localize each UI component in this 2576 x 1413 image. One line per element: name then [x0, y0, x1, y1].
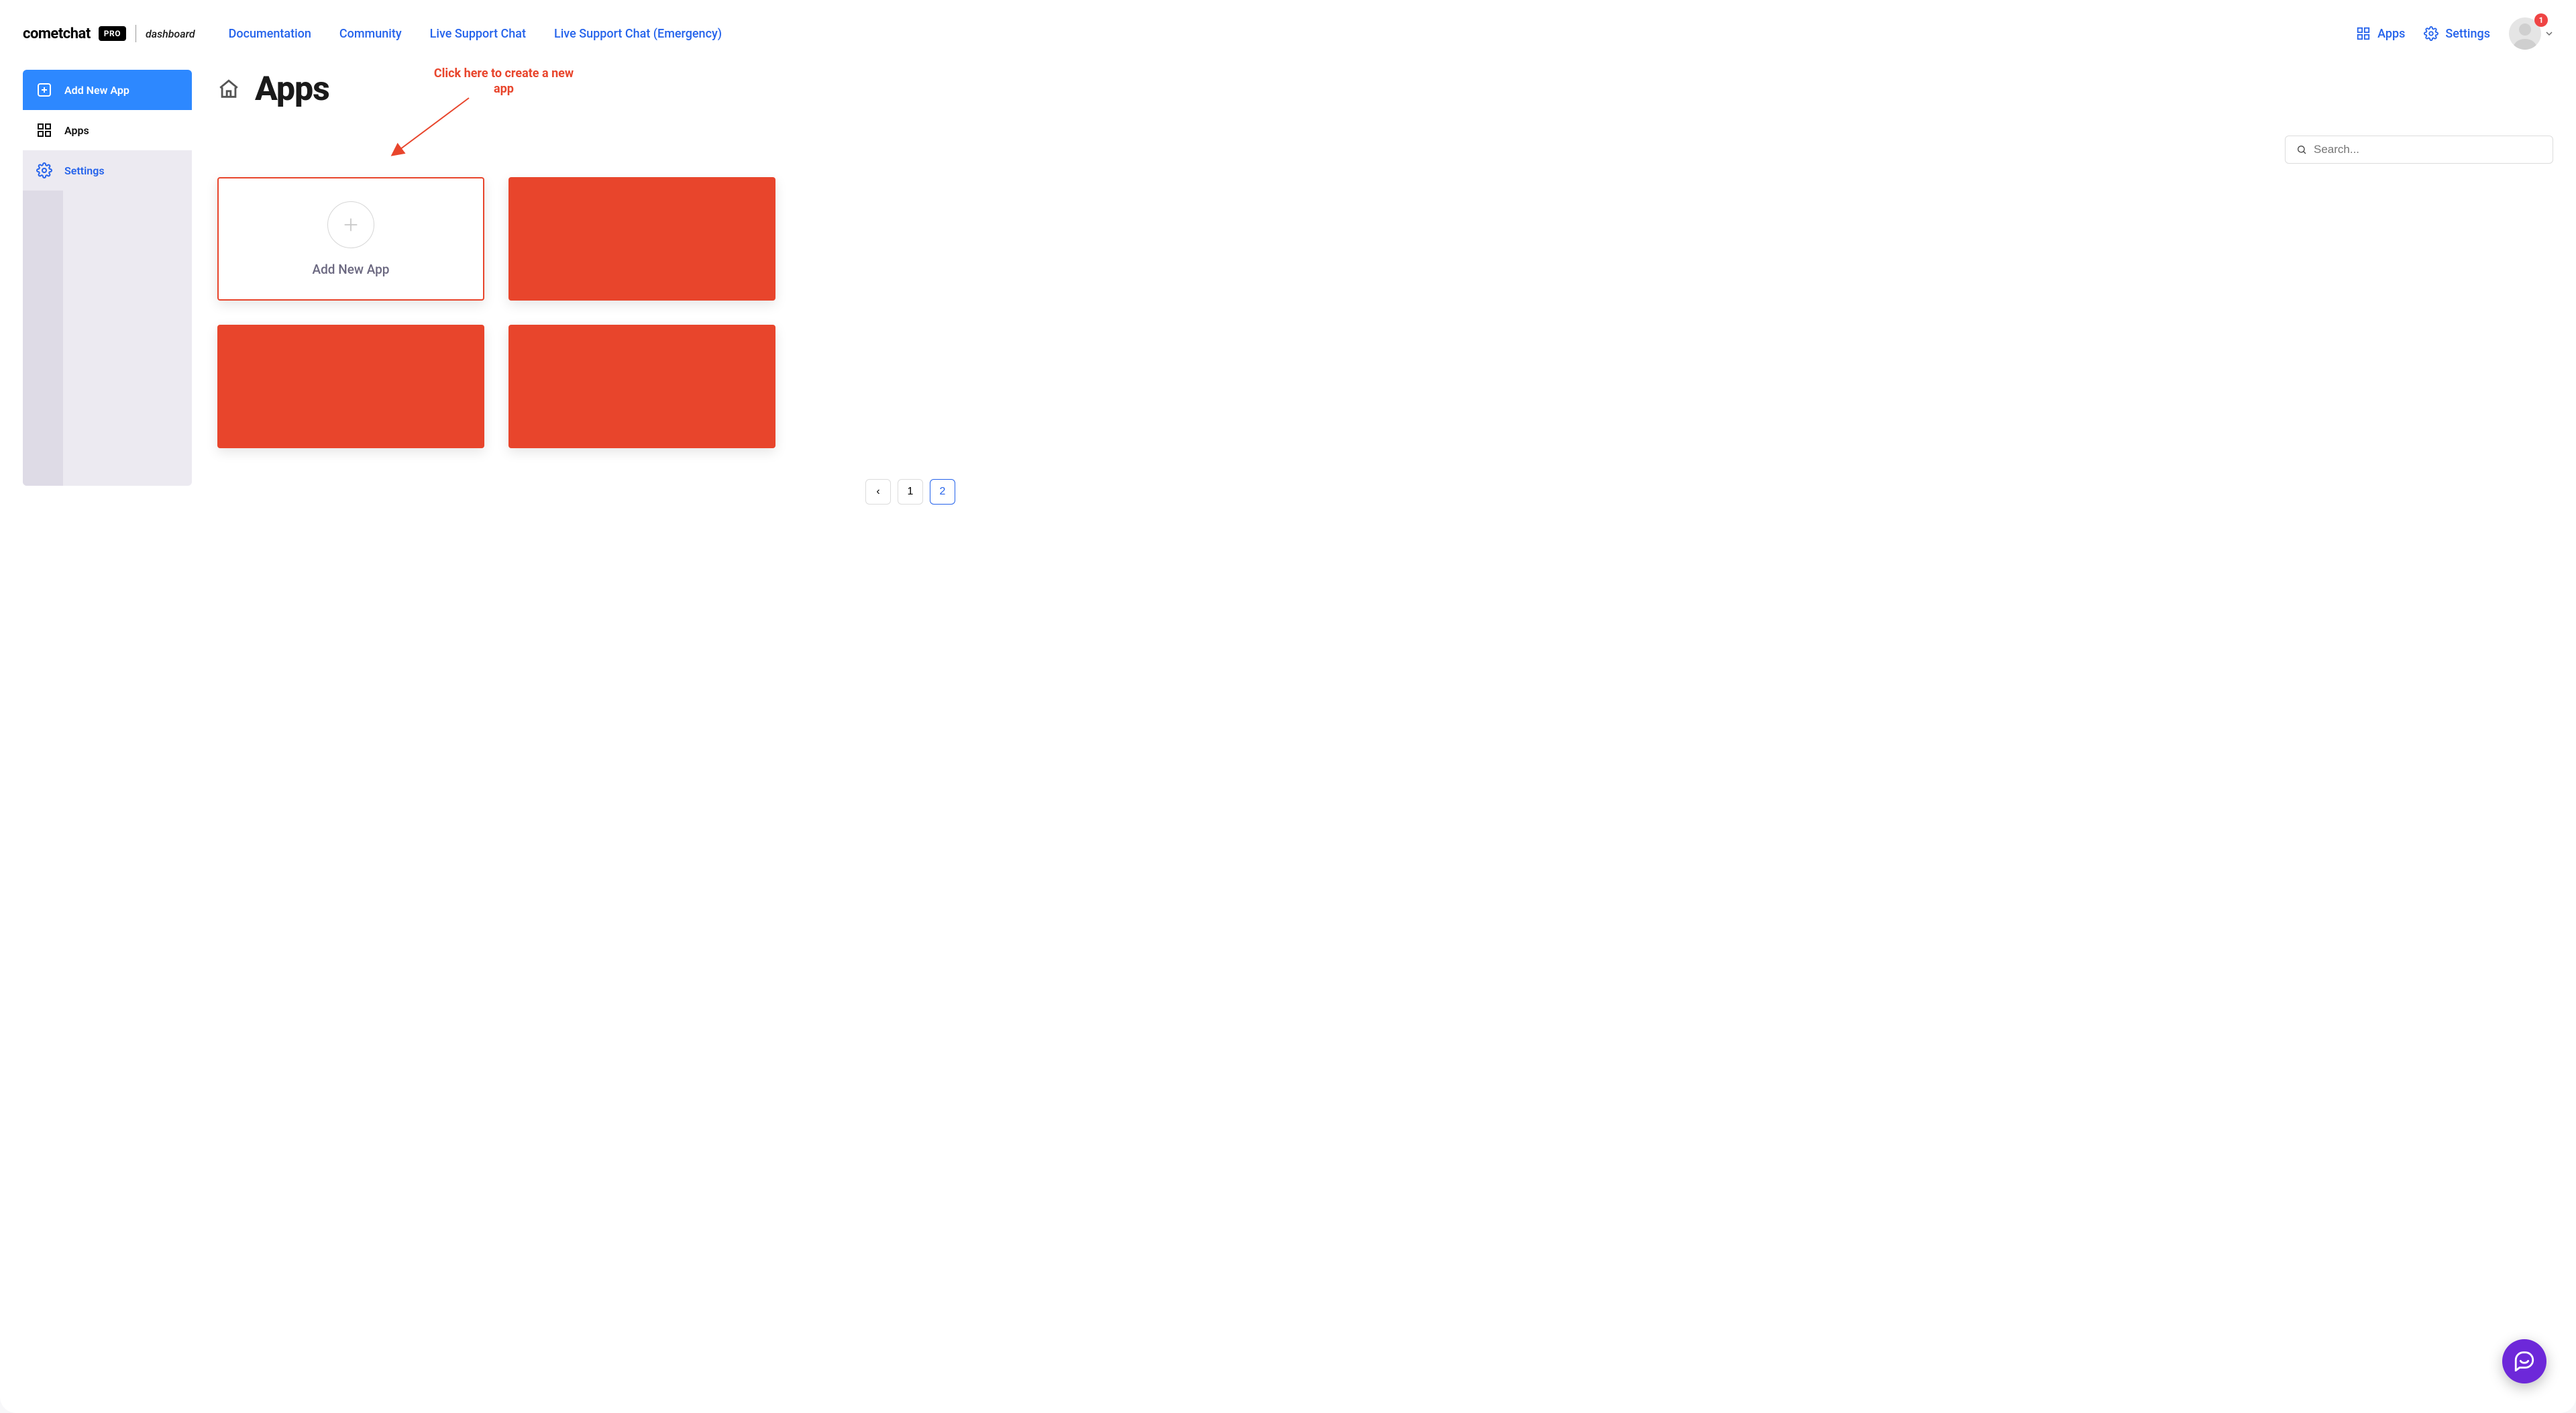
chat-launcher[interactable] [2502, 1339, 2546, 1383]
app-cards-grid: Add New App [217, 177, 775, 448]
gear-icon [2424, 26, 2438, 41]
header-settings-label: Settings [2445, 27, 2490, 41]
add-new-app-card[interactable]: Add New App [217, 177, 484, 301]
nav-documentation[interactable]: Documentation [229, 27, 311, 41]
logo-brand: cometchat [23, 25, 91, 42]
sidebar-apps-label: Apps [64, 124, 89, 137]
sidebar-item-apps[interactable]: Apps [23, 110, 192, 150]
header-settings-link[interactable]: Settings [2424, 26, 2490, 41]
sidebar-add-new-app[interactable]: Add New App [23, 70, 192, 110]
page-title: Apps [255, 70, 329, 109]
gear-icon [36, 162, 52, 178]
header-apps-label: Apps [2377, 27, 2405, 41]
sidebar-settings-label: Settings [64, 164, 105, 177]
apps-grid-icon [36, 122, 52, 138]
app-card[interactable] [508, 325, 775, 448]
annotation-callout: Click here to create a new app [427, 66, 581, 97]
search-input-wrap[interactable] [2285, 136, 2553, 164]
nav-live-support[interactable]: Live Support Chat [430, 27, 526, 41]
search-input[interactable] [2314, 143, 2542, 156]
chevron-down-icon [2545, 28, 2553, 40]
sidebar: Add New App Apps Setting [23, 70, 192, 486]
home-icon [217, 78, 240, 101]
nav-community[interactable]: Community [339, 27, 402, 41]
app-card[interactable] [217, 325, 484, 448]
sidebar-item-settings[interactable]: Settings [23, 150, 192, 191]
app-card[interactable] [508, 177, 775, 301]
header-apps-link[interactable]: Apps [2356, 26, 2405, 41]
user-menu[interactable]: 1 [2509, 17, 2553, 50]
apps-grid-icon [2356, 26, 2371, 41]
pagination: ‹ 1 2 [217, 479, 955, 505]
header-right: Apps Settings 1 [2356, 17, 2553, 50]
plus-square-icon [36, 82, 52, 98]
header: cometchat PRO dashboard Documentation Co… [0, 0, 2576, 63]
main: Apps Click here to create a new app [217, 70, 2553, 505]
topnav: Documentation Community Live Support Cha… [229, 27, 722, 41]
pagination-prev[interactable]: ‹ [865, 479, 891, 505]
logo-suffix: dashboard [146, 28, 195, 40]
search-icon [2296, 144, 2307, 155]
nav-live-support-emergency[interactable]: Live Support Chat (Emergency) [554, 27, 722, 41]
logo: cometchat PRO dashboard [23, 25, 195, 42]
pagination-page-2[interactable]: 2 [930, 479, 955, 505]
add-new-app-card-label: Add New App [312, 262, 389, 277]
notification-badge: 1 [2534, 13, 2548, 27]
pagination-page-1[interactable]: 1 [898, 479, 923, 505]
plus-circle-icon [327, 201, 374, 248]
sidebar-add-label: Add New App [64, 84, 129, 97]
chat-icon [2513, 1349, 2536, 1374]
logo-pro-badge: PRO [99, 26, 126, 41]
